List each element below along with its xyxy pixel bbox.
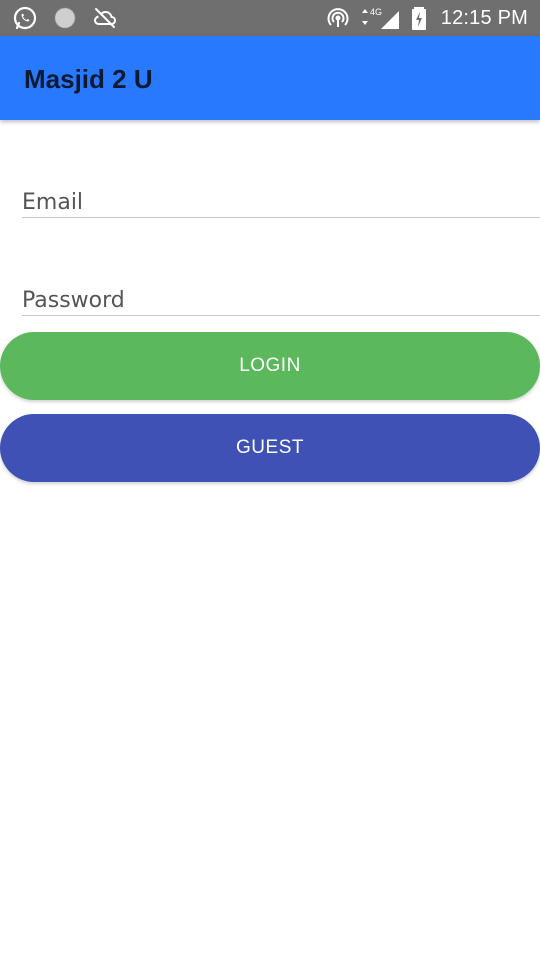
network-type-label: 4G [370,7,382,17]
password-input[interactable] [22,276,540,315]
status-bar-right-icons: 4G 12:15 PM [325,5,528,31]
app-title: Masjid 2 U [24,64,153,94]
battery-charging-icon [411,5,427,31]
email-input[interactable] [22,178,540,217]
cloud-off-icon [92,5,118,31]
password-field [22,276,540,316]
status-bar-left-icons [12,5,118,31]
hotspot-icon [325,5,351,31]
login-button-label: LOGIN [239,355,301,376]
guest-button[interactable]: GUEST [0,414,540,482]
data-arrows-icon: 4G [361,5,401,31]
circle-notification-icon [52,5,78,31]
status-bar: 4G 12:15 PM [0,0,540,36]
email-field [22,178,540,218]
login-button[interactable]: LOGIN [0,332,540,400]
guest-button-label: GUEST [236,437,304,458]
app-bar: Masjid 2 U [0,36,540,120]
whatsapp-icon [12,5,38,31]
status-time: 12:15 PM [440,6,528,29]
